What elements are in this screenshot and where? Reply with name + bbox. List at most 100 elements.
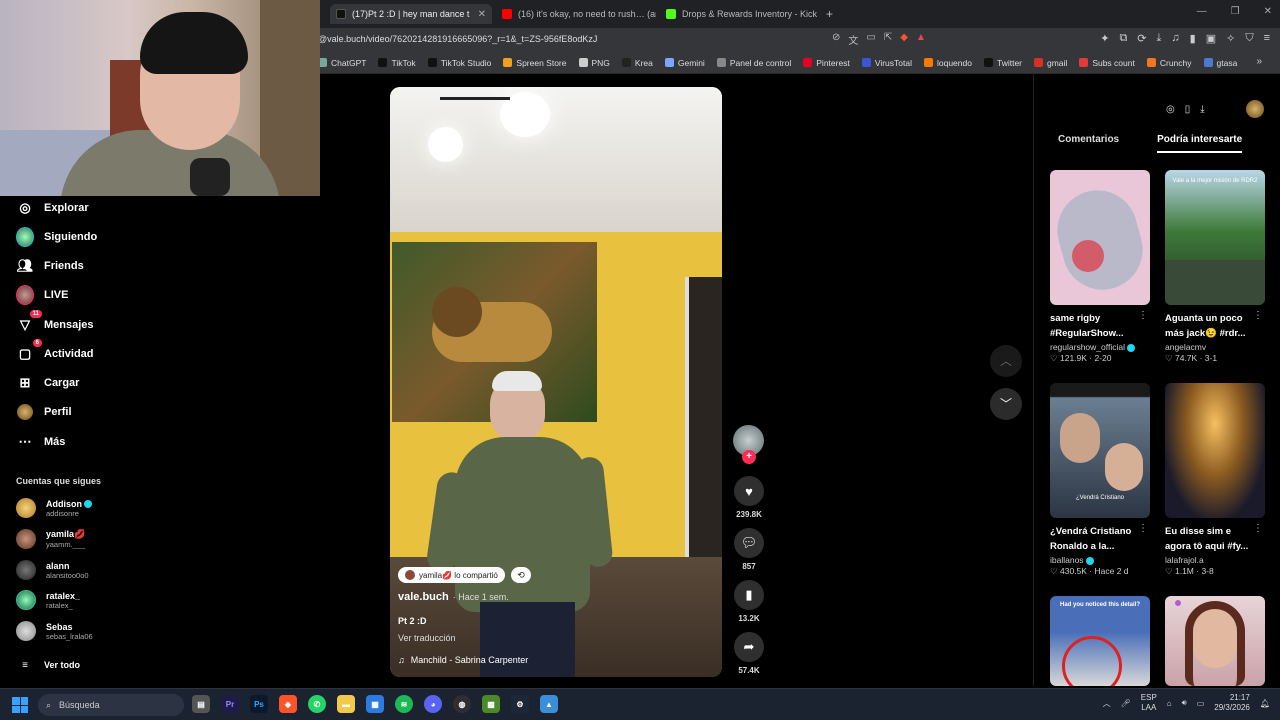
bookmark-item[interactable]: Gemini bbox=[664, 58, 705, 68]
music-link[interactable]: ♫ Manchild - Sabrina Carpenter bbox=[398, 655, 528, 665]
translate-icon[interactable]: 文 bbox=[848, 32, 858, 47]
bookmark-item[interactable]: Subs count bbox=[1079, 58, 1135, 68]
bookmark-item[interactable]: Pinterest bbox=[803, 58, 850, 68]
close-window-icon[interactable]: ✕ bbox=[1264, 6, 1272, 17]
leo-icon[interactable]: ✧ bbox=[1226, 32, 1235, 45]
comment-action[interactable]: 💬︎ 857 bbox=[733, 528, 765, 571]
nav-mas[interactable]: ⋯ Más bbox=[16, 433, 66, 451]
followed-account[interactable]: alann alansitoo0o0 bbox=[16, 560, 89, 580]
bookmark-item[interactable]: Krea bbox=[621, 58, 653, 68]
share-arrow-icon[interactable]: ➦ bbox=[734, 632, 764, 662]
browser-tab-tiktok[interactable]: (17)Pt 2 :D | hey man dance t ✕ bbox=[330, 4, 492, 24]
followed-account[interactable]: ratalex_ ratalex_ bbox=[16, 590, 80, 610]
brave-shield-icon[interactable]: ◆ bbox=[900, 32, 908, 47]
follow-plus-icon[interactable]: + bbox=[742, 450, 756, 464]
sync-icon[interactable]: ⟳ bbox=[1137, 32, 1146, 45]
suggested-video-card[interactable]: Vale a la mejor misión de RDR2 Aguanta u… bbox=[1165, 170, 1265, 364]
no-tracking-icon[interactable]: ⊘ bbox=[832, 32, 840, 47]
bookmark-item[interactable]: PNG bbox=[578, 58, 610, 68]
heart-icon[interactable]: ♥ bbox=[734, 476, 764, 506]
wallet-icon[interactable]: ▣ bbox=[1206, 32, 1216, 45]
minimize-icon[interactable]: — bbox=[1197, 6, 1207, 17]
bookmark-item[interactable]: Crunchy bbox=[1146, 58, 1192, 68]
next-video-button[interactable]: ﹀ bbox=[990, 388, 1022, 420]
bookmarks-overflow-button[interactable]: » bbox=[1256, 56, 1262, 67]
video-thumbnail[interactable]: Vale a la mejor misión de RDR2 bbox=[1165, 170, 1265, 305]
task-view-icon[interactable]: ▤ bbox=[192, 695, 210, 713]
nav-siguiendo[interactable]: Siguiendo bbox=[16, 227, 97, 247]
video-player[interactable]: yamila💋 lo compartió ⟲ vale.buch · Hace 1… bbox=[390, 87, 722, 677]
share-action[interactable]: ➦ 57.4K bbox=[733, 632, 765, 675]
see-all-link[interactable]: ≡ Ver todo bbox=[16, 656, 80, 674]
new-tab-button[interactable]: + bbox=[826, 4, 842, 24]
video-thumbnail[interactable] bbox=[1165, 596, 1265, 686]
avatar[interactable] bbox=[1246, 100, 1264, 118]
repost-icon[interactable]: ⟲ bbox=[511, 567, 531, 583]
bookmark-item[interactable]: TikTok bbox=[378, 58, 416, 68]
battery-icon[interactable]: ▭ bbox=[1197, 699, 1205, 708]
store-icon[interactable]: ▦ bbox=[366, 695, 384, 713]
tray-overflow-icon[interactable]: ︿ bbox=[1103, 698, 1111, 709]
tab-comentarios[interactable]: Comentarios bbox=[1050, 134, 1127, 153]
phone-icon[interactable]: ▯ bbox=[1185, 104, 1191, 115]
sidebar-icon[interactable]: ▮ bbox=[1190, 32, 1196, 45]
nav-friends[interactable]: 👥︎ Friends bbox=[16, 257, 84, 275]
see-translation-link[interactable]: Ver traducción bbox=[398, 633, 456, 643]
steam-icon[interactable]: ⚙ bbox=[511, 695, 529, 713]
puzzle-icon[interactable]: ⧉ bbox=[1119, 32, 1127, 45]
cast-icon[interactable]: ▭ bbox=[866, 32, 875, 47]
nav-actividad[interactable]: ▢ 6 Actividad bbox=[16, 339, 94, 363]
brave-rewards-icon[interactable]: ▲ bbox=[916, 32, 926, 47]
bookmark-item[interactable]: Twitter bbox=[983, 58, 1022, 68]
video-thumbnail[interactable]: Had you noticed this detail? bbox=[1050, 596, 1150, 686]
menu-icon[interactable]: ≡ bbox=[1264, 32, 1270, 45]
notification-bell-icon[interactable]: 🔔︎ bbox=[1260, 699, 1270, 708]
compass-icon[interactable]: ◎ bbox=[1166, 104, 1175, 115]
taskbar-search[interactable]: ⌕ Búsqueda bbox=[38, 694, 184, 716]
browser-tab-youtube[interactable]: (16) it's okay, no need to rush… (ani bbox=[496, 4, 656, 24]
nav-explorar[interactable]: ◎ Explorar bbox=[16, 199, 88, 217]
microphone-icon[interactable]: 🎤︎ bbox=[1121, 699, 1131, 708]
video-thumbnail[interactable] bbox=[1050, 170, 1150, 305]
volume-icon[interactable]: 🔊︎ bbox=[1182, 698, 1187, 708]
spotify-icon[interactable]: ≋ bbox=[395, 695, 413, 713]
bookmark-item[interactable]: Spreen Store bbox=[503, 58, 567, 68]
obs-icon[interactable]: ◍ bbox=[453, 695, 471, 713]
video-thumbnail[interactable]: ¿Vendrá Cristiano bbox=[1050, 383, 1150, 518]
comment-icon[interactable]: 💬︎ bbox=[734, 528, 764, 558]
bookmark-item[interactable]: loquendo bbox=[923, 58, 972, 68]
folder-icon[interactable]: ▬ bbox=[337, 695, 355, 713]
brave-icon[interactable]: ◆ bbox=[279, 695, 297, 713]
nav-cargar[interactable]: ⊞ Cargar bbox=[16, 374, 80, 392]
language-indicator[interactable]: ESP LAA bbox=[1141, 693, 1157, 713]
photoshop-icon[interactable]: Ps bbox=[250, 695, 268, 713]
bookmark-item[interactable]: VirusTotal bbox=[861, 58, 912, 68]
photos-icon[interactable]: ▲ bbox=[540, 695, 558, 713]
discord-icon[interactable]: ◕ bbox=[424, 695, 442, 713]
bookmark-item[interactable]: gtasa bbox=[1203, 58, 1237, 68]
bookmark-item[interactable]: TikTok Studio bbox=[427, 58, 491, 68]
more-options-icon[interactable]: ⋮ bbox=[1138, 523, 1148, 534]
minecraft-icon[interactable]: ▩ bbox=[482, 695, 500, 713]
more-options-icon[interactable]: ⋮ bbox=[1253, 523, 1263, 534]
nav-live[interactable]: LIVE bbox=[16, 285, 68, 305]
maximize-icon[interactable]: ❐ bbox=[1231, 6, 1240, 17]
video-author[interactable]: vale.buch · Hace 1 sem. bbox=[398, 591, 509, 603]
clock[interactable]: 21:17 29/3/2026 bbox=[1214, 693, 1250, 713]
suggested-video-card[interactable] bbox=[1165, 596, 1265, 686]
share-icon[interactable]: ⇱ bbox=[884, 32, 892, 47]
suggested-video-card[interactable]: Eu disse sim e agora tô aqui #fy... ⋮ la… bbox=[1165, 383, 1265, 577]
more-options-icon[interactable]: ⋮ bbox=[1253, 310, 1263, 321]
vpn-icon[interactable]: ⛉ bbox=[1245, 32, 1253, 45]
followed-account[interactable]: yamila💋 yaamm.___ bbox=[16, 529, 85, 549]
premiere-icon[interactable]: Pr bbox=[221, 695, 239, 713]
suggested-video-card[interactable]: ¿Vendrá Cristiano ¿Vendrá Cristiano Rona… bbox=[1050, 383, 1150, 577]
suggested-video-card[interactable]: Had you noticed this detail? bbox=[1050, 596, 1150, 686]
video-thumbnail[interactable] bbox=[1165, 383, 1265, 518]
browser-tab-kick[interactable]: Drops & Rewards Inventory - Kick St bbox=[660, 4, 820, 24]
bookmark-item[interactable]: Panel de control bbox=[716, 58, 791, 68]
bookmark-icon[interactable]: ▮ bbox=[734, 580, 764, 610]
whatsapp-icon[interactable]: ✆ bbox=[308, 695, 326, 713]
reposted-by-chip[interactable]: yamila💋 lo compartió bbox=[398, 567, 505, 583]
download-icon[interactable]: ⤓ bbox=[1157, 32, 1162, 45]
